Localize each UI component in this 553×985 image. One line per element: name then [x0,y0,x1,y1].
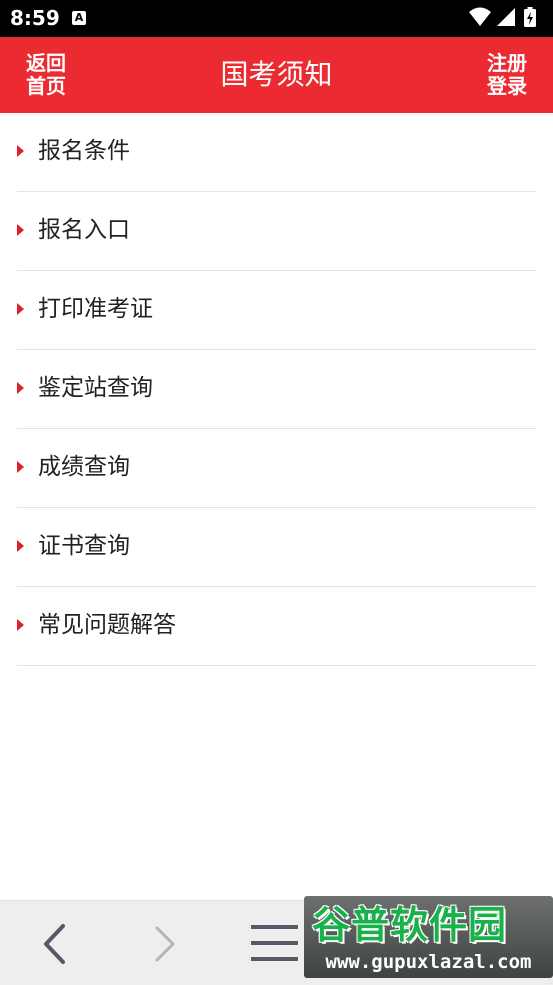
menu-item-registration-entry[interactable]: 报名入口 [17,192,536,271]
menu-item-label: 报名条件 [38,138,130,164]
wifi-icon [469,7,491,26]
page-title: 国考须知 [220,58,333,91]
chevron-right-icon [155,926,175,962]
caret-right-icon [17,619,24,631]
menu-item-label: 成绩查询 [38,454,130,480]
menu-item-score-query[interactable]: 成绩查询 [17,429,536,508]
menu-item-label: 报名入口 [38,217,130,243]
watermark: 谷普软件园 www.gupuxlazal.com [304,896,553,978]
notification-a-icon: A [72,11,86,25]
status-bar: 8:59 A [0,0,553,37]
menu-list: 报名条件 报名入口 打印准考证 鉴定站查询 成绩查询 证书查询 常见问题解答 [17,113,536,666]
back-button[interactable] [30,919,80,969]
menu-item-label: 证书查询 [38,533,130,559]
register-label-line2: 登录 [487,74,527,98]
forward-button[interactable] [140,919,190,969]
register-label-line1: 注册 [487,51,527,75]
caret-right-icon [17,303,24,315]
menu-item-label: 打印准考证 [38,296,153,322]
caret-right-icon [17,224,24,236]
status-icons [469,6,543,30]
chevron-left-icon [44,924,65,964]
watermark-url: www.gupuxlazal.com [325,951,532,973]
menu-button[interactable] [248,919,303,969]
battery-charging-icon [524,7,536,27]
caret-right-icon [17,540,24,552]
menu-item-label: 常见问题解答 [38,612,176,638]
status-time: 8:59 [10,6,60,30]
menu-item-registration-conditions[interactable]: 报名条件 [17,113,536,192]
cellular-signal-icon [497,8,515,26]
caret-right-icon [17,461,24,473]
menu-item-certificate-query[interactable]: 证书查询 [17,508,536,587]
register-login-button[interactable]: 注册 登录 [482,52,532,98]
caret-right-icon [17,382,24,394]
hamburger-menu-icon [251,925,303,961]
watermark-logo: 谷普软件园 [312,903,508,947]
menu-item-faq[interactable]: 常见问题解答 [17,587,536,666]
app-header: 返回 首页 国考须知 注册 登录 [0,37,553,113]
menu-item-print-admission-ticket[interactable]: 打印准考证 [17,271,536,350]
menu-item-label: 鉴定站查询 [38,375,153,401]
caret-right-icon [17,145,24,157]
menu-item-station-query[interactable]: 鉴定站查询 [17,350,536,429]
